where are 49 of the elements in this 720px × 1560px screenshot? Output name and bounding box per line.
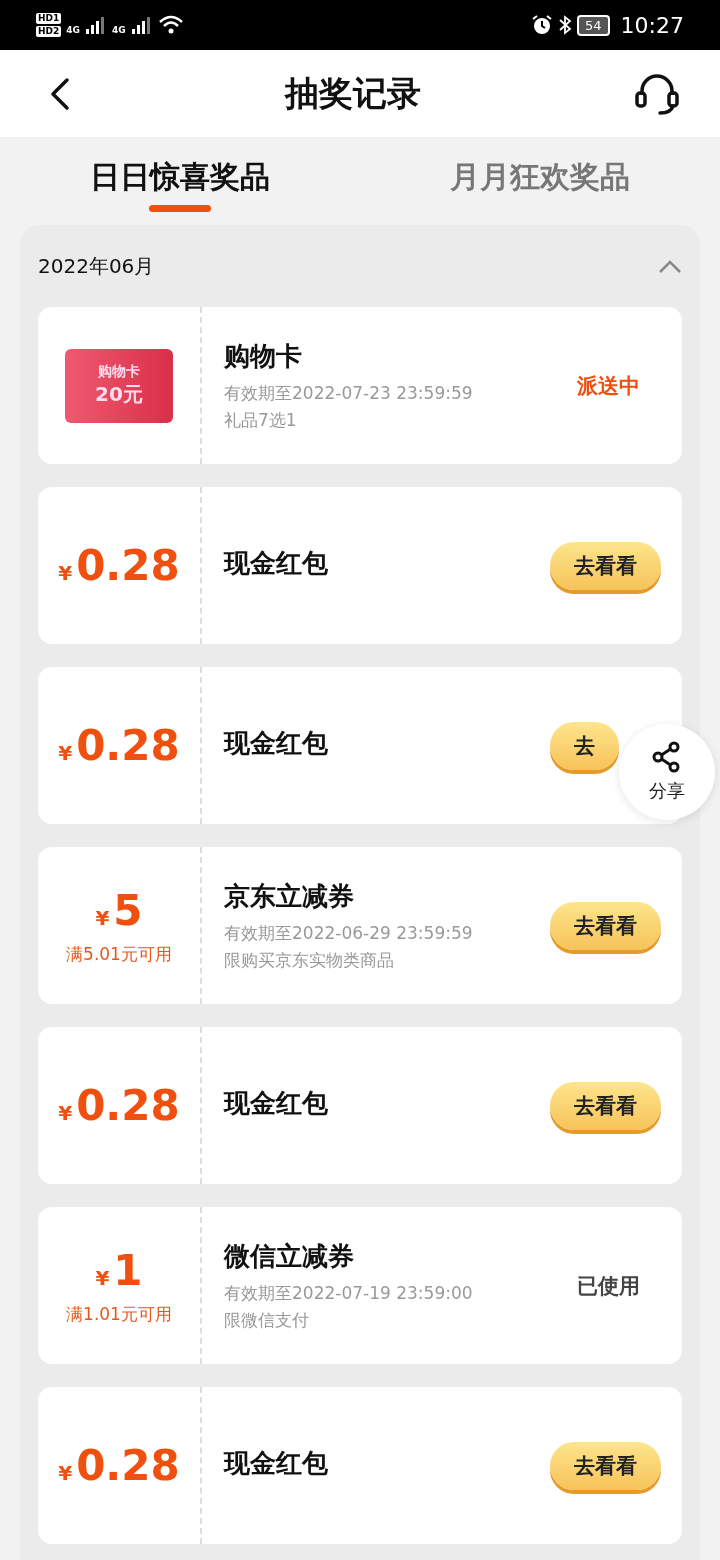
page-title: 抽奖记录 — [285, 71, 421, 115]
prize-name: 现金红包 — [224, 727, 328, 760]
badge-value: 20元 — [95, 381, 143, 408]
sim-label: HD1 — [36, 13, 62, 24]
prize-amount: 1 — [113, 1245, 143, 1295]
coupon-condition: 满5.01元可用 — [66, 942, 172, 966]
alarm-icon — [531, 14, 554, 36]
currency-sign: ¥ — [58, 1461, 73, 1485]
bluetooth-icon — [558, 14, 573, 36]
prize-detail: 限购买京东实物类商品 — [224, 949, 395, 972]
network-label: 4G — [66, 25, 80, 35]
prize-name: 现金红包 — [224, 1087, 328, 1120]
status-label: 派送中 — [577, 372, 640, 400]
signal-icon — [130, 15, 153, 35]
prize-detail: 有效期至2022-07-23 23:59:59 — [224, 382, 473, 405]
prize-amount: 0.28 — [76, 721, 180, 770]
tab[interactable]: 月月狂欢奖品 — [360, 150, 720, 212]
prize-name: 现金红包 — [224, 547, 328, 580]
prize-detail: 有效期至2022-06-29 23:59:59 — [224, 922, 473, 945]
prize-amount: 0.28 — [76, 1081, 180, 1130]
currency-sign: ¥ — [58, 1101, 73, 1125]
prize-amount: 0.28 — [76, 1441, 180, 1490]
currency-sign: ¥ — [58, 741, 73, 765]
badge-title: 购物卡 — [98, 363, 140, 381]
status-label: 已使用 — [577, 1272, 640, 1300]
currency-sign: ¥ — [95, 905, 110, 930]
prize-name: 微信立减券 — [224, 1240, 355, 1273]
signal-icon — [84, 15, 107, 35]
prize-name: 京东立减券 — [224, 880, 355, 913]
currency-sign: ¥ — [95, 1265, 110, 1290]
prize-name: 现金红包 — [224, 1447, 328, 1480]
prize-amount: 5 — [113, 885, 143, 935]
battery-level: 54 — [577, 14, 610, 36]
chevron-icon[interactable] — [658, 258, 682, 274]
prize-detail: 限微信支付 — [224, 1309, 310, 1332]
share-label: 分享 — [649, 779, 685, 803]
currency-sign: ¥ — [58, 561, 73, 585]
sim-label: HD2 — [36, 26, 62, 37]
network-label: 4G — [111, 25, 126, 35]
headset-icon[interactable] — [634, 72, 680, 115]
back-icon[interactable] — [48, 76, 72, 111]
prize-name: 购物卡 — [224, 340, 303, 373]
coupon-condition: 满1.01元可用 — [66, 1302, 172, 1326]
month-label: 2022年06月 — [38, 252, 155, 280]
status-time: 10:27 — [620, 12, 684, 38]
prize-amount: 0.28 — [76, 541, 180, 590]
tab[interactable]: 日日惊喜奖品 — [0, 150, 360, 212]
prize-detail: 礼品7选1 — [224, 409, 298, 432]
prize-detail: 有效期至2022-07-19 23:59:00 — [224, 1282, 473, 1305]
